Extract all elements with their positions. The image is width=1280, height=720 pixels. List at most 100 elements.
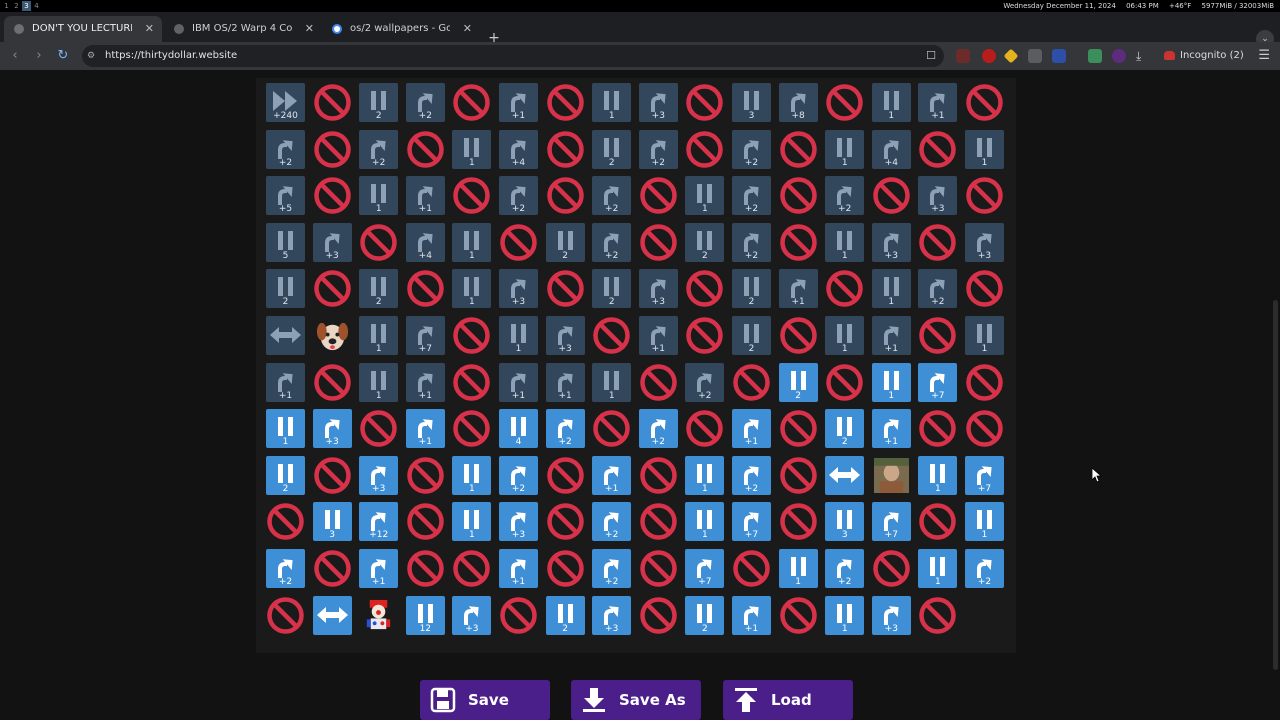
extension-icon[interactable] — [1003, 48, 1019, 64]
pause-tile[interactable]: 1 — [266, 409, 305, 449]
tab-thirtydollar[interactable]: DON'T YOU LECTURE M ✕ — [4, 16, 162, 42]
pause-tile[interactable]: 2 — [732, 316, 771, 355]
pause-tile[interactable]: 1 — [918, 549, 958, 588]
pitch-up-tile[interactable]: +2 — [732, 455, 771, 495]
pitch-up-tile[interactable]: +3 — [359, 455, 399, 495]
load-button[interactable]: Load — [723, 680, 853, 720]
pause-tile[interactable]: 2 — [545, 222, 585, 262]
stop-icon[interactable] — [546, 549, 585, 588]
pitch-up-tile[interactable]: +12 — [359, 502, 399, 542]
stop-icon[interactable] — [918, 502, 957, 541]
stop-icon[interactable] — [452, 316, 491, 355]
pitch-up-tile[interactable]: +1 — [499, 83, 538, 122]
stop-icon[interactable] — [918, 409, 957, 448]
tab-close-icon[interactable]: ✕ — [305, 16, 314, 42]
pause-tile[interactable]: 1 — [359, 176, 399, 216]
stop-icon[interactable] — [639, 502, 678, 541]
pitch-up-tile[interactable]: +2 — [359, 129, 399, 169]
pause-tile[interactable]: 2 — [545, 595, 585, 635]
pause-tile[interactable]: 1 — [592, 83, 632, 122]
pitch-up-tile[interactable]: +2 — [965, 549, 1004, 588]
pause-tile[interactable]: 1 — [452, 222, 492, 262]
stop-icon[interactable] — [779, 316, 818, 355]
pitch-up-tile[interactable]: +4 — [871, 129, 911, 169]
pitch-up-tile[interactable]: +3 — [499, 502, 538, 542]
pause-tile[interactable]: 1 — [592, 362, 632, 402]
pause-tile[interactable]: 1 — [965, 502, 1004, 542]
pause-tile[interactable]: 1 — [871, 83, 911, 122]
stop-icon[interactable] — [918, 316, 957, 355]
pitch-up-tile[interactable]: +3 — [638, 269, 678, 309]
pause-tile[interactable]: 3 — [312, 502, 352, 542]
stop-icon[interactable] — [918, 223, 957, 262]
stop-icon[interactable] — [685, 269, 724, 308]
pitch-up-tile[interactable]: +2 — [732, 222, 771, 262]
pitch-up-tile[interactable]: +7 — [965, 455, 1004, 495]
pitch-up-tile[interactable]: +3 — [638, 83, 678, 122]
pitch-up-tile[interactable]: +3 — [452, 595, 492, 635]
stop-icon[interactable] — [452, 363, 491, 402]
stop-icon[interactable] — [872, 549, 911, 588]
swap-tile[interactable] — [825, 455, 865, 495]
pitch-up-tile[interactable]: +1 — [266, 362, 305, 402]
pitch-up-tile[interactable]: +5 — [266, 176, 305, 216]
pitch-up-tile[interactable]: +1 — [732, 409, 771, 449]
tab-close-icon[interactable]: ✕ — [145, 16, 154, 42]
pause-tile[interactable]: 2 — [685, 595, 725, 635]
save-as-button[interactable]: Save As — [571, 680, 701, 720]
pitch-up-tile[interactable]: +1 — [778, 269, 818, 309]
stop-icon[interactable] — [685, 409, 724, 448]
pitch-up-tile[interactable]: +2 — [592, 549, 632, 588]
stop-icon[interactable] — [499, 223, 538, 262]
extension-icon[interactable] — [982, 49, 996, 63]
swap-tile[interactable] — [312, 595, 352, 635]
stop-icon[interactable] — [779, 596, 818, 635]
pitch-up-tile[interactable]: +4 — [405, 222, 445, 262]
extension-icon[interactable] — [1028, 49, 1042, 63]
pitch-up-tile[interactable]: +2 — [732, 129, 771, 169]
stop-icon[interactable] — [546, 456, 585, 495]
pitch-up-tile[interactable]: +1 — [499, 362, 538, 402]
pitch-up-tile[interactable]: +1 — [499, 549, 538, 588]
pause-tile[interactable]: 5 — [266, 222, 305, 262]
pitch-up-tile[interactable]: +2 — [499, 455, 538, 495]
stop-icon[interactable] — [406, 269, 445, 308]
pitch-up-tile[interactable]: +1 — [405, 362, 445, 402]
stop-icon[interactable] — [546, 176, 585, 215]
pitch-up-tile[interactable]: +2 — [499, 176, 538, 216]
pitch-up-tile[interactable]: +2 — [266, 129, 305, 169]
stop-icon[interactable] — [639, 176, 678, 215]
save-button[interactable]: Save — [420, 680, 550, 720]
pause-tile[interactable]: 1 — [778, 549, 818, 588]
url-text[interactable]: https://thirtydollar.website — [105, 45, 237, 67]
stop-icon[interactable] — [965, 269, 1004, 308]
pitch-up-tile[interactable]: +7 — [918, 362, 958, 402]
pitch-up-tile[interactable]: +1 — [871, 316, 911, 355]
workspace-1[interactable]: 1 — [2, 1, 11, 11]
stop-icon[interactable] — [965, 176, 1004, 215]
pause-tile[interactable]: 1 — [359, 362, 399, 402]
swap-tile[interactable] — [266, 316, 305, 355]
stop-icon[interactable] — [499, 596, 538, 635]
stop-icon[interactable] — [732, 363, 771, 402]
extensions-puzzle-icon[interactable] — [1052, 49, 1066, 63]
pitch-up-tile[interactable]: +2 — [405, 83, 445, 122]
stop-icon[interactable] — [965, 409, 1004, 448]
pitch-up-tile[interactable]: +3 — [592, 595, 632, 635]
stop-icon[interactable] — [918, 130, 957, 169]
stop-icon[interactable] — [359, 409, 398, 448]
pause-tile[interactable]: 2 — [359, 83, 399, 122]
stop-icon[interactable] — [732, 549, 771, 588]
stop-icon[interactable] — [313, 456, 352, 495]
pause-tile[interactable]: 2 — [266, 269, 305, 309]
pitch-up-tile[interactable]: +1 — [592, 455, 632, 495]
tab-ibm-os2[interactable]: IBM OS/2 Warp 4 Collectio ✕ — [164, 16, 322, 42]
stop-icon[interactable] — [452, 83, 491, 122]
pitch-up-tile[interactable]: +7 — [405, 316, 445, 355]
pause-tile[interactable]: 1 — [452, 455, 492, 495]
dog-tile[interactable] — [313, 316, 352, 355]
pause-tile[interactable]: 4 — [499, 409, 538, 449]
pause-tile[interactable]: 1 — [452, 269, 492, 309]
stop-icon[interactable] — [592, 316, 631, 355]
pitch-up-tile[interactable]: +2 — [592, 222, 632, 262]
